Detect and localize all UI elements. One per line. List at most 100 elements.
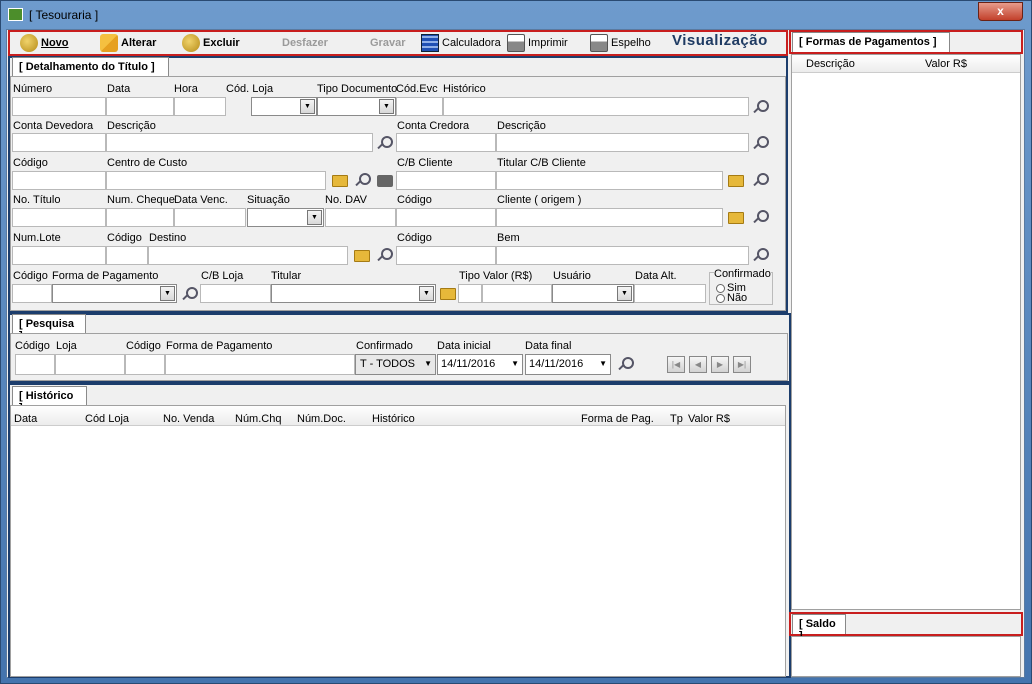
search-icon[interactable]: [376, 247, 393, 263]
formas-col-valor: Valor R$: [925, 58, 967, 70]
espelho-button[interactable]: Espelho: [590, 32, 651, 54]
desfazer-button[interactable]: Desfazer: [282, 32, 328, 54]
data-venc-field[interactable]: [174, 208, 246, 227]
codigo-bem-field[interactable]: [396, 246, 496, 265]
centro-custo-field[interactable]: [106, 171, 326, 190]
conta-credora-field[interactable]: [396, 133, 496, 152]
cod-evc-field[interactable]: [396, 97, 443, 116]
tipo-field[interactable]: [458, 284, 482, 303]
search-icon[interactable]: [752, 99, 769, 115]
forma-pagamento-select[interactable]: ▼: [52, 284, 177, 303]
folder-icon[interactable]: [440, 288, 456, 300]
pesquisa-codigo2-label: Código: [126, 340, 161, 352]
bem-field[interactable]: [496, 246, 749, 265]
pesquisa-codigo2-field[interactable]: [125, 354, 165, 375]
formas-grid[interactable]: [791, 54, 1021, 610]
historico-label: Histórico: [443, 83, 486, 95]
tab-historico[interactable]: [ Histórico ]: [12, 386, 87, 414]
pesquisa-loja-field[interactable]: [55, 354, 125, 375]
pesquisa-loja-label: Loja: [56, 340, 77, 352]
search-icon[interactable]: [376, 135, 393, 151]
printer-icon[interactable]: [377, 175, 393, 187]
search-icon[interactable]: [752, 172, 769, 188]
data-final-picker[interactable]: 14/11/2016 ▼: [525, 354, 611, 375]
historico-field[interactable]: [443, 97, 749, 116]
next-record-icon[interactable]: ▶: [711, 356, 729, 373]
search-icon[interactable]: [752, 135, 769, 151]
confirmado-select[interactable]: T - TODOS ▼: [355, 354, 436, 375]
search-icon[interactable]: [752, 209, 769, 225]
search-icon[interactable]: [617, 356, 634, 372]
descricao-credora-field[interactable]: [496, 133, 749, 152]
cliente-origem-field[interactable]: [496, 208, 723, 227]
codigo-forma-field[interactable]: [12, 284, 52, 303]
radio-nao[interactable]: Não: [716, 292, 747, 304]
tab-saldo[interactable]: [ Saldo ]: [792, 614, 846, 642]
search-icon[interactable]: [752, 247, 769, 263]
num-lote-field[interactable]: [12, 246, 106, 265]
chevron-down-icon: ▼: [424, 359, 432, 368]
data-inicial-picker[interactable]: 14/11/2016 ▼: [437, 354, 523, 375]
cb-cliente-field[interactable]: [396, 171, 496, 190]
data-field[interactable]: [106, 97, 174, 116]
gravar-button[interactable]: Gravar: [370, 32, 405, 54]
titular-cb-cliente-field[interactable]: [496, 171, 723, 190]
tab-formas-pagamentos[interactable]: [ Formas de Pagamentos ]: [792, 32, 950, 52]
data-label: Data: [107, 83, 131, 95]
numero-label: Número: [13, 83, 53, 95]
alterar-button[interactable]: Alterar: [100, 32, 156, 54]
cb-loja-field[interactable]: [200, 284, 271, 303]
excluir-button[interactable]: Excluir: [182, 32, 240, 54]
cb-cliente-label: C/B Cliente: [397, 157, 453, 169]
codigo-label: Código: [13, 157, 48, 169]
folder-icon[interactable]: [332, 175, 348, 187]
tipo-documento-select[interactable]: ▼: [317, 97, 396, 116]
data-alt-field[interactable]: [634, 284, 706, 303]
chevron-down-icon: ▼: [419, 286, 434, 301]
no-titulo-field[interactable]: [12, 208, 106, 227]
numero-field[interactable]: [12, 97, 106, 116]
codigo-centro-field[interactable]: [12, 171, 106, 190]
conta-devedora-field[interactable]: [12, 133, 106, 152]
descricao-devedora-field[interactable]: [106, 133, 373, 152]
folder-icon[interactable]: [728, 175, 744, 187]
hora-field[interactable]: [174, 97, 226, 116]
pesquisa-forma-field[interactable]: [165, 354, 355, 375]
formas-col-descricao: Descrição: [806, 58, 855, 70]
search-icon[interactable]: [181, 286, 198, 302]
situacao-label: Situação: [247, 194, 290, 206]
search-icon[interactable]: [354, 172, 371, 188]
historico-grid[interactable]: [10, 405, 786, 677]
folder-icon[interactable]: [728, 212, 744, 224]
cod-loja-select[interactable]: ▼: [251, 97, 317, 116]
valor-field[interactable]: [482, 284, 552, 303]
excluir-label: Excluir: [203, 37, 240, 49]
num-cheque-field[interactable]: [106, 208, 174, 227]
printer-icon: [507, 34, 525, 52]
printer-mirror-icon: [590, 34, 608, 52]
calculadora-button[interactable]: Calculadora: [421, 32, 501, 54]
pesquisa-data-inicial-label: Data inicial: [437, 340, 491, 352]
folder-icon[interactable]: [354, 250, 370, 262]
close-button[interactable]: x: [978, 2, 1023, 21]
situacao-select[interactable]: ▼: [247, 208, 324, 227]
usuario-select[interactable]: ▼: [552, 284, 634, 303]
col-tp: Tp: [670, 413, 683, 425]
col-cod-loja: Cód Loja: [85, 413, 130, 425]
previous-record-icon[interactable]: ◀: [689, 356, 707, 373]
imprimir-button[interactable]: Imprimir: [507, 32, 568, 54]
no-dav-field[interactable]: [325, 208, 396, 227]
pesquisa-forma-label: Forma de Pagamento: [166, 340, 273, 352]
calculadora-label: Calculadora: [442, 37, 501, 49]
codigo-destino-label: Código: [107, 232, 142, 244]
first-record-icon[interactable]: |◀: [667, 356, 685, 373]
novo-button[interactable]: Novo: [20, 32, 69, 54]
last-record-icon[interactable]: ▶|: [733, 356, 751, 373]
titular-select[interactable]: ▼: [271, 284, 436, 303]
destino-field[interactable]: [148, 246, 348, 265]
tab-pesquisa[interactable]: [ Pesquisa ]: [12, 314, 86, 342]
codigo-destino-field[interactable]: [106, 246, 148, 265]
tab-detalhamento[interactable]: [ Detalhamento do Título ]: [12, 57, 169, 77]
pesquisa-codigo-field[interactable]: [15, 354, 55, 375]
codigo-cliente-field[interactable]: [396, 208, 496, 227]
